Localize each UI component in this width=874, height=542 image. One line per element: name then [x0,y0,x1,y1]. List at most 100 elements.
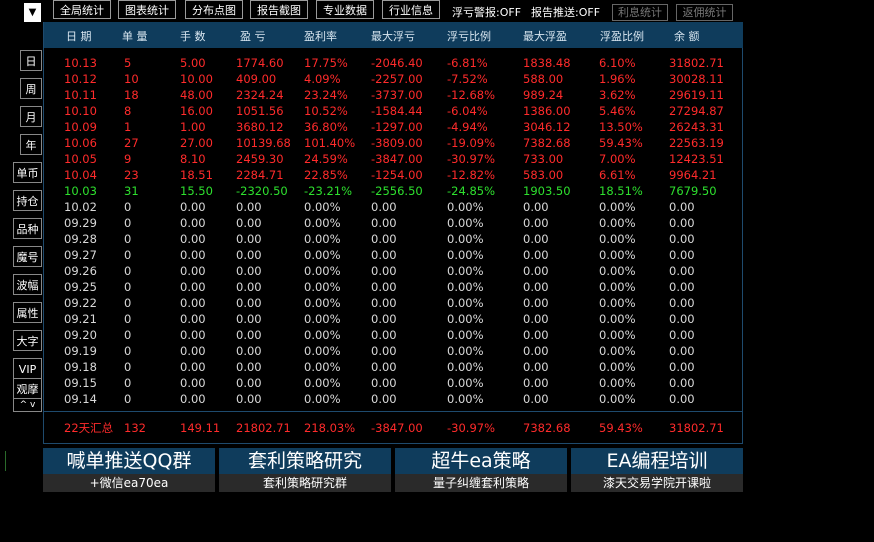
cell-max-floating-profit: 0.00 [523,312,549,326]
banner-ea-strategy[interactable]: 超牛ea策略 量子纠缠套利策略 [395,448,567,492]
cell-max-floating-profit: 733.00 [523,152,564,166]
cell-balance: 9964.21 [669,168,717,182]
interest-stats-button[interactable]: 利息统计 [612,4,668,21]
industry-info-button[interactable]: 行业信息 [382,0,440,19]
summary-profit-rate: 218.03% [304,421,356,435]
cell-max-floating-profit: 0.00 [523,264,549,278]
cell-balance: 0.00 [669,296,695,310]
sidebar-item-vip[interactable]: VIP [13,358,42,379]
sidebar-scroll-arrows[interactable]: ^ v [13,398,42,412]
summary-lots: 149.11 [180,421,221,435]
cell-profit-rate: 0.00% [304,376,341,390]
cell-profit-rate: 22.85% [304,168,348,182]
report-screenshot-button[interactable]: 报告截图 [250,0,308,19]
cell-balance: 0.00 [669,200,695,214]
cell-lots: 0.00 [180,328,206,342]
cell-max-drawdown: 0.00 [371,328,397,342]
sidebar-item-properties[interactable]: 属性 [13,302,42,323]
period-week-button[interactable]: 周 [20,78,42,99]
cell-lots: 1.00 [180,120,206,134]
summary-floating-profit-ratio: 59.43% [599,421,643,435]
cell-balance: 0.00 [669,376,695,390]
cell-balance: 0.00 [669,216,695,230]
cell-profit: 0.00 [236,264,262,278]
cell-orders: 0 [124,216,132,230]
cell-max-drawdown: 0.00 [371,216,397,230]
cell-max-floating-profit: 0.00 [523,216,549,230]
cell-max-drawdown: -1254.00 [371,168,423,182]
cell-floating-profit-ratio: 0.00% [599,216,636,230]
cell-max-floating-profit: 7382.68 [523,136,571,150]
cell-orders: 9 [124,152,132,166]
chart-stats-button[interactable]: 图表统计 [118,0,176,19]
sidebar-item-magic-number[interactable]: 魔号 [13,246,42,267]
drawdown-alert-status[interactable]: 浮亏警报:OFF [452,4,521,20]
summary-date: 22天汇总 [64,421,114,435]
cell-balance: 0.00 [669,328,695,342]
period-month-button[interactable]: 月 [20,106,42,127]
cell-orders: 18 [124,88,139,102]
cell-floating-profit-ratio: 59.43% [599,136,643,150]
cell-date: 09.14 [64,392,97,406]
rebate-stats-button[interactable]: 返佣统计 [676,4,733,21]
cell-date: 10.11 [64,88,97,102]
cell-date: 09.19 [64,344,97,358]
cell-profit: 409.00 [236,72,277,86]
banner-arbitrage-research[interactable]: 套利策略研究 套利策略研究群 [219,448,391,492]
banner-ea-training[interactable]: EA编程培训 漆天交易学院开课啦 [571,448,743,492]
cell-date: 10.13 [64,56,97,70]
cell-max-floating-profit: 989.24 [523,88,564,102]
cell-max-drawdown: -2257.00 [371,72,423,86]
cell-drawdown-ratio: 0.00% [447,344,484,358]
sidebar-item-amplitude[interactable]: 波幅 [13,274,42,295]
global-stats-button[interactable]: 全局统计 [53,0,111,19]
cell-profit: 0.00 [236,248,262,262]
cell-orders: 8 [124,104,132,118]
cell-orders: 27 [124,136,139,150]
cell-max-drawdown: 0.00 [371,360,397,374]
cell-profit-rate: 4.09% [304,72,341,86]
sidebar-item-observe[interactable]: 观摩 [13,378,42,399]
sidebar-item-symbols[interactable]: 品种 [13,218,42,239]
cell-profit: 2324.24 [236,88,284,102]
distribution-chart-button[interactable]: 分布点图 [185,0,243,19]
sidebar-item-single-currency[interactable]: 单币 [13,162,42,183]
cell-orders: 0 [124,312,132,326]
cell-floating-profit-ratio: 6.10% [599,56,636,70]
cell-profit: 1774.60 [236,56,284,70]
cell-max-drawdown: -1584.44 [371,104,423,118]
cell-max-floating-profit: 0.00 [523,200,549,214]
sidebar-item-large-font[interactable]: 大字 [13,330,42,351]
cell-floating-profit-ratio: 1.96% [599,72,636,86]
cell-max-drawdown: -3847.00 [371,152,423,166]
cell-max-floating-profit: 0.00 [523,392,549,406]
cell-lots: 18.51 [180,168,213,182]
cell-profit-rate: 0.00% [304,232,341,246]
cell-lots: 27.00 [180,136,213,150]
cell-drawdown-ratio: 0.00% [447,360,484,374]
menu-dropdown-icon[interactable]: ▼ [24,3,41,22]
banner-qq-group[interactable]: 喊单推送QQ群 +微信ea70ea [43,448,215,492]
cell-date: 09.28 [64,232,97,246]
summary-orders: 132 [124,421,146,435]
report-push-status[interactable]: 报告推送:OFF [531,4,600,20]
cell-orders: 23 [124,168,139,182]
cell-profit-rate: 0.00% [304,328,341,342]
cell-date: 09.26 [64,264,97,278]
sidebar-item-positions[interactable]: 持仓 [13,190,42,211]
cell-profit-rate: 0.00% [304,248,341,262]
cell-drawdown-ratio: -24.85% [447,184,495,198]
cell-profit-rate: 0.00% [304,312,341,326]
cell-max-drawdown: -3737.00 [371,88,423,102]
period-year-button[interactable]: 年 [20,134,42,155]
cell-orders: 10 [124,72,139,86]
cell-max-drawdown: 0.00 [371,280,397,294]
cell-profit-rate: 0.00% [304,360,341,374]
cell-balance: 7679.50 [669,184,717,198]
cell-profit: 0.00 [236,312,262,326]
cell-lots: 16.00 [180,104,213,118]
period-day-button[interactable]: 日 [20,50,42,71]
cell-drawdown-ratio: 0.00% [447,216,484,230]
pro-data-button[interactable]: 专业数据 [316,0,374,19]
cell-max-floating-profit: 0.00 [523,280,549,294]
